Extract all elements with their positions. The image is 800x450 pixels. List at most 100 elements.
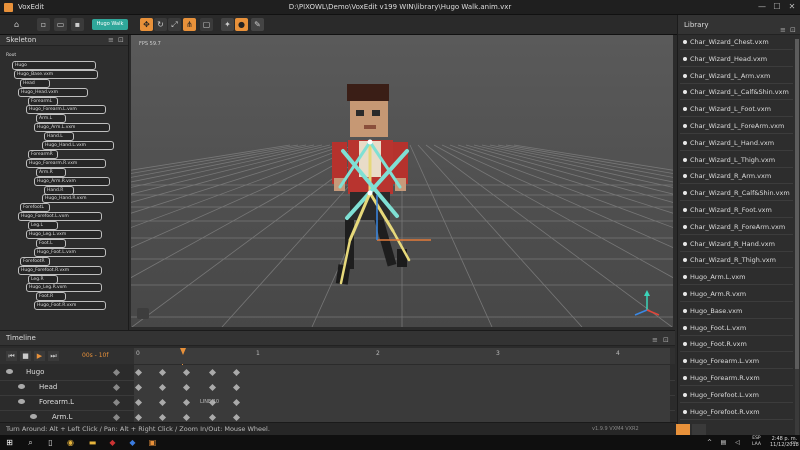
camera-button[interactable]: [137, 308, 149, 319]
settings-tool-icon[interactable]: ✎: [251, 18, 264, 31]
lightbulb-icon[interactable]: ✦: [221, 18, 234, 31]
skeleton-node[interactable]: ForearmL: [28, 96, 58, 106]
tray-chevron-icon[interactable]: ^: [704, 437, 715, 448]
timeline-track[interactable]: Head: [0, 380, 675, 396]
visibility-eye-icon[interactable]: [30, 414, 37, 419]
skeleton-node[interactable]: Leg.R: [28, 274, 58, 284]
visibility-eye-icon[interactable]: [18, 399, 25, 404]
bone-tool-icon[interactable]: ⋔: [183, 18, 196, 31]
windows-start-icon[interactable]: ⊞: [4, 437, 15, 448]
skeleton-node[interactable]: Foot.L: [36, 238, 66, 248]
skeleton-node[interactable]: Hugo_Foot.L.vxm: [34, 247, 106, 257]
maximize-button[interactable]: ☐: [771, 2, 783, 12]
library-item[interactable]: Char_Wizard_R_Foot.vxm: [680, 203, 793, 218]
timeline-ruler[interactable]: 0 1 2 3 4: [134, 348, 670, 364]
library-item[interactable]: Hugo_Base.vxm: [680, 304, 793, 319]
skeleton-node[interactable]: Hugo_Foot.R.vxm: [34, 301, 106, 311]
visibility-eye-icon[interactable]: [6, 369, 13, 374]
keyframe[interactable]: [134, 368, 143, 377]
playhead-marker[interactable]: [180, 348, 186, 355]
track-keyframe-area[interactable]: [134, 365, 670, 381]
keyframe[interactable]: [158, 398, 167, 407]
keyframe[interactable]: [232, 368, 241, 377]
library-item[interactable]: Char_Wizard_L_Arm.vxm: [680, 69, 793, 84]
play-icon[interactable]: ▶: [34, 351, 45, 361]
skip-back-icon[interactable]: ⏮: [6, 351, 17, 361]
skeleton-node[interactable]: Hugo_Forefoot.L.vxm: [18, 212, 102, 222]
skeleton-node[interactable]: Hugo_Arm.L.vxm: [34, 123, 110, 133]
keyframe[interactable]: [208, 383, 217, 392]
render-mode-icon[interactable]: ●: [235, 18, 248, 31]
library-item[interactable]: Char_Wizard_R_Hand.vxm: [680, 237, 793, 252]
keyframe[interactable]: [232, 398, 241, 407]
library-item[interactable]: Hugo_Forearm.L.vxm: [680, 354, 793, 370]
library-item[interactable]: Char_Wizard_R_ForeArm.vxm: [680, 220, 793, 235]
library-item[interactable]: Char_Wizard_L_Hand.vxm: [680, 136, 793, 151]
library-item[interactable]: Hugo_Arm.R.vxm: [680, 287, 793, 302]
library-item[interactable]: Hugo_Forefoot.R.vxm: [680, 405, 793, 420]
timeline-track[interactable]: Hugo: [0, 365, 675, 381]
skeleton-node[interactable]: Arm.R: [36, 167, 66, 177]
keyframe[interactable]: [182, 368, 191, 377]
visibility-eye-icon[interactable]: [18, 384, 25, 389]
keyframe[interactable]: [158, 368, 167, 377]
voxedit-task-icon[interactable]: ▣: [147, 437, 158, 448]
keyframe[interactable]: [208, 413, 217, 422]
skeleton-node[interactable]: Hand.L: [44, 132, 74, 142]
library-item[interactable]: Char_Wizard_L_Foot.vxm: [680, 102, 793, 118]
skeleton-node[interactable]: Hugo_Forearm.R.vxm: [26, 158, 106, 168]
library-item[interactable]: Hugo_Foot.L.vxm: [680, 321, 793, 336]
add-key-icon[interactable]: [112, 413, 121, 422]
skeleton-node[interactable]: Hugo_Head.vxm: [18, 87, 88, 97]
library-item[interactable]: Hugo_Forefoot.L.vxm: [680, 388, 793, 403]
language-indicator[interactable]: ESP LAA: [752, 436, 761, 448]
home-icon[interactable]: ⌂: [10, 18, 23, 31]
keyframe[interactable]: [232, 383, 241, 392]
task-view-icon[interactable]: ▯: [45, 437, 56, 448]
search-icon[interactable]: ⌕: [25, 437, 36, 448]
keyframe[interactable]: [158, 413, 167, 422]
new-file-icon[interactable]: ▫: [37, 18, 50, 31]
rotate-tool-icon[interactable]: ↻: [154, 18, 167, 31]
skeleton-node[interactable]: Hugo_Leg.R.vxm: [26, 283, 102, 293]
open-folder-icon[interactable]: ▭: [54, 18, 67, 31]
library-item[interactable]: Char_Wizard_R_Arm.vxm: [680, 169, 793, 185]
library-item[interactable]: Hugo_Forearm.R.vxm: [680, 371, 793, 386]
save-icon[interactable]: ▪: [71, 18, 84, 31]
track-keyframe-area[interactable]: LINE 10: [134, 395, 670, 411]
skeleton-node[interactable]: Hand.R: [44, 185, 74, 195]
add-key-icon[interactable]: [112, 368, 121, 377]
skeleton-node[interactable]: Hugo_Base.vxm: [14, 69, 98, 79]
app-icon-red[interactable]: ◆: [107, 437, 118, 448]
timeline-track[interactable]: Forearm.L LINE 10: [0, 395, 675, 411]
3d-viewport[interactable]: FPS 59.7: [131, 35, 673, 327]
keyframe[interactable]: [182, 398, 191, 407]
skeleton-node[interactable]: Hugo: [12, 60, 96, 70]
hugo-walk-tab[interactable]: Hugo Walk: [92, 19, 128, 30]
skeleton-node[interactable]: Foot.R: [36, 292, 66, 302]
folder-icon[interactable]: ▬: [87, 437, 98, 448]
add-key-icon[interactable]: [112, 383, 121, 392]
library-item[interactable]: Char_Wizard_R_Thigh.vxm: [680, 253, 793, 269]
frame-tool-icon[interactable]: ▢: [200, 18, 213, 31]
volume-icon[interactable]: ◁: [732, 437, 743, 448]
library-item[interactable]: Char_Wizard_L_Calf&Shin.vxm: [680, 85, 793, 101]
library-item[interactable]: Char_Wizard_R_Calf&Shin.vxm: [680, 186, 793, 202]
skeleton-node[interactable]: Root: [4, 52, 26, 61]
skip-forward-icon[interactable]: ⏭: [48, 351, 59, 361]
library-item[interactable]: Hugo_Arm.L.vxm: [680, 270, 793, 286]
app-icon-blue[interactable]: ◆: [127, 437, 138, 448]
skeleton-node[interactable]: ForefootR: [20, 256, 50, 266]
stop-icon[interactable]: ■: [20, 351, 31, 361]
keyframe[interactable]: [134, 413, 143, 422]
minimize-button[interactable]: —: [756, 2, 768, 12]
library-item[interactable]: Hugo_Foot.R.vxm: [680, 337, 793, 353]
status-alt-button[interactable]: [692, 424, 706, 435]
menu-icon[interactable]: ≡: [652, 333, 658, 348]
move-tool-icon[interactable]: ✥: [140, 18, 153, 31]
skeleton-node[interactable]: Hugo_Forearm.L.vxm: [26, 105, 106, 115]
notifications-icon[interactable]: ▭: [788, 437, 799, 448]
keyframe[interactable]: [134, 383, 143, 392]
library-item[interactable]: Char_Wizard_Chest.vxm: [680, 35, 793, 50]
skeleton-node[interactable]: Head: [20, 78, 50, 88]
